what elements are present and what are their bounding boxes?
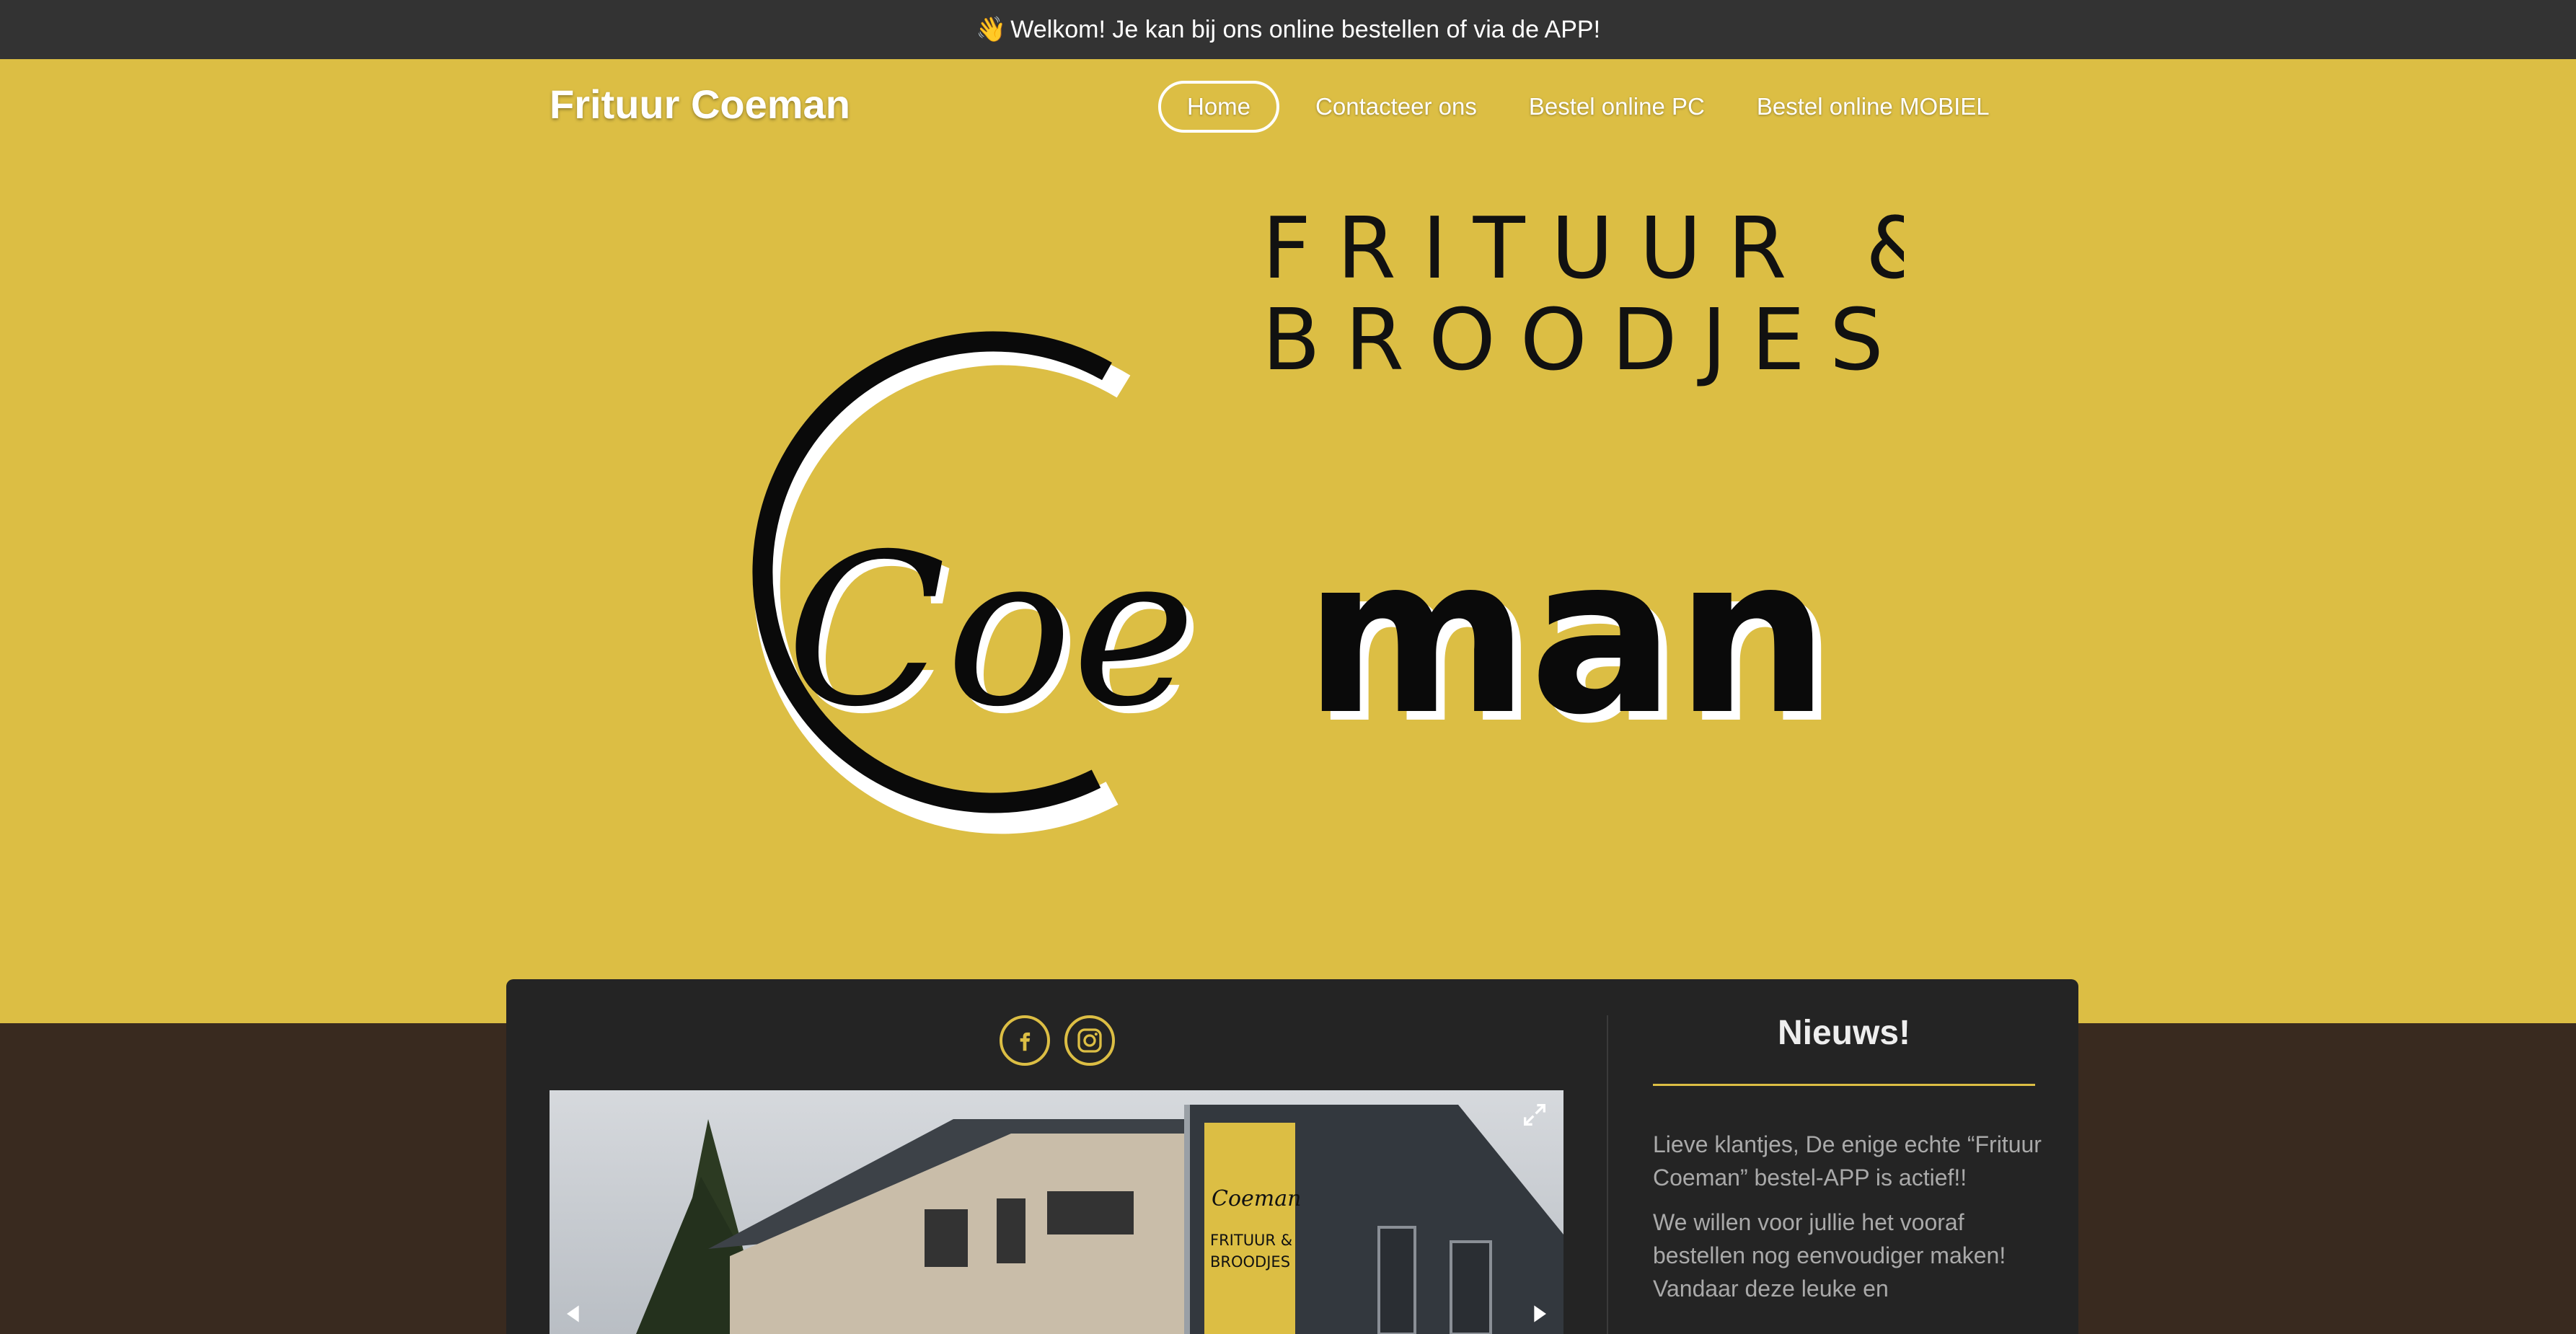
nav-home[interactable]: Home [1158, 81, 1280, 133]
news-divider [1653, 1084, 2035, 1086]
main-nav: Home Contacteer ons Bestel online PC Bes… [1158, 81, 2016, 133]
news-title: Nieuws! [1777, 1014, 1911, 1052]
storefront-photo: Coeman FRITUUR & BROODJES [550, 1090, 1563, 1334]
expand-icon [1524, 1104, 1545, 1126]
nav-order-pc[interactable]: Bestel online PC [1503, 81, 1731, 133]
photo-slideshow[interactable]: Coeman FRITUUR & BROODJES [550, 1090, 1563, 1334]
news-paragraph: We willen voor jullie het vooraf bestell… [1653, 1209, 2006, 1302]
facebook-button[interactable] [1000, 1015, 1050, 1066]
triangle-left-icon [567, 1305, 579, 1322]
nav-contact[interactable]: Contacteer ons [1289, 81, 1503, 133]
logo-line-2: BROODJES [1262, 290, 1904, 389]
logo-wordmark-script-shadow: Coe [786, 510, 1196, 753]
site-title[interactable]: Frituur Coeman [550, 81, 850, 128]
logo-wordmark-bold-shadow: man [1304, 511, 1830, 762]
news-paragraph: Lieve klantjes, De enige echte “Frituur … [1653, 1131, 2042, 1191]
instagram-icon [1077, 1028, 1102, 1053]
nav-order-mobile[interactable]: Bestel online MOBIEL [1731, 81, 2016, 133]
sign-text-3: BROODJES [1210, 1253, 1290, 1271]
sign-text-2: FRITUUR & [1210, 1232, 1292, 1249]
prev-slide-button[interactable] [560, 1299, 588, 1328]
sign-text-1: Coeman [1212, 1186, 1301, 1211]
triangle-right-icon [1534, 1305, 1546, 1322]
fullscreen-button[interactable] [1520, 1100, 1549, 1129]
wave-emoji-icon: 👋 [975, 16, 1007, 43]
coeman-logo: FRITUUR & BROODJES Coe Coe man man [752, 198, 1904, 834]
next-slide-button[interactable] [1525, 1299, 1553, 1328]
logo-line-1: FRITUUR & [1262, 198, 1904, 298]
announcement-bar: 👋 Welkom! Je kan bij ons online bestelle… [0, 0, 2576, 59]
column-divider [1607, 1015, 1608, 1334]
facebook-icon [1020, 1032, 1031, 1051]
announcement-text: Welkom! Je kan bij ons online bestellen … [1010, 15, 1601, 43]
social-links [1000, 1015, 1115, 1066]
instagram-button[interactable] [1064, 1015, 1115, 1066]
news-content: Lieve klantjes, De enige echte “Frituur … [1653, 1128, 2042, 1317]
